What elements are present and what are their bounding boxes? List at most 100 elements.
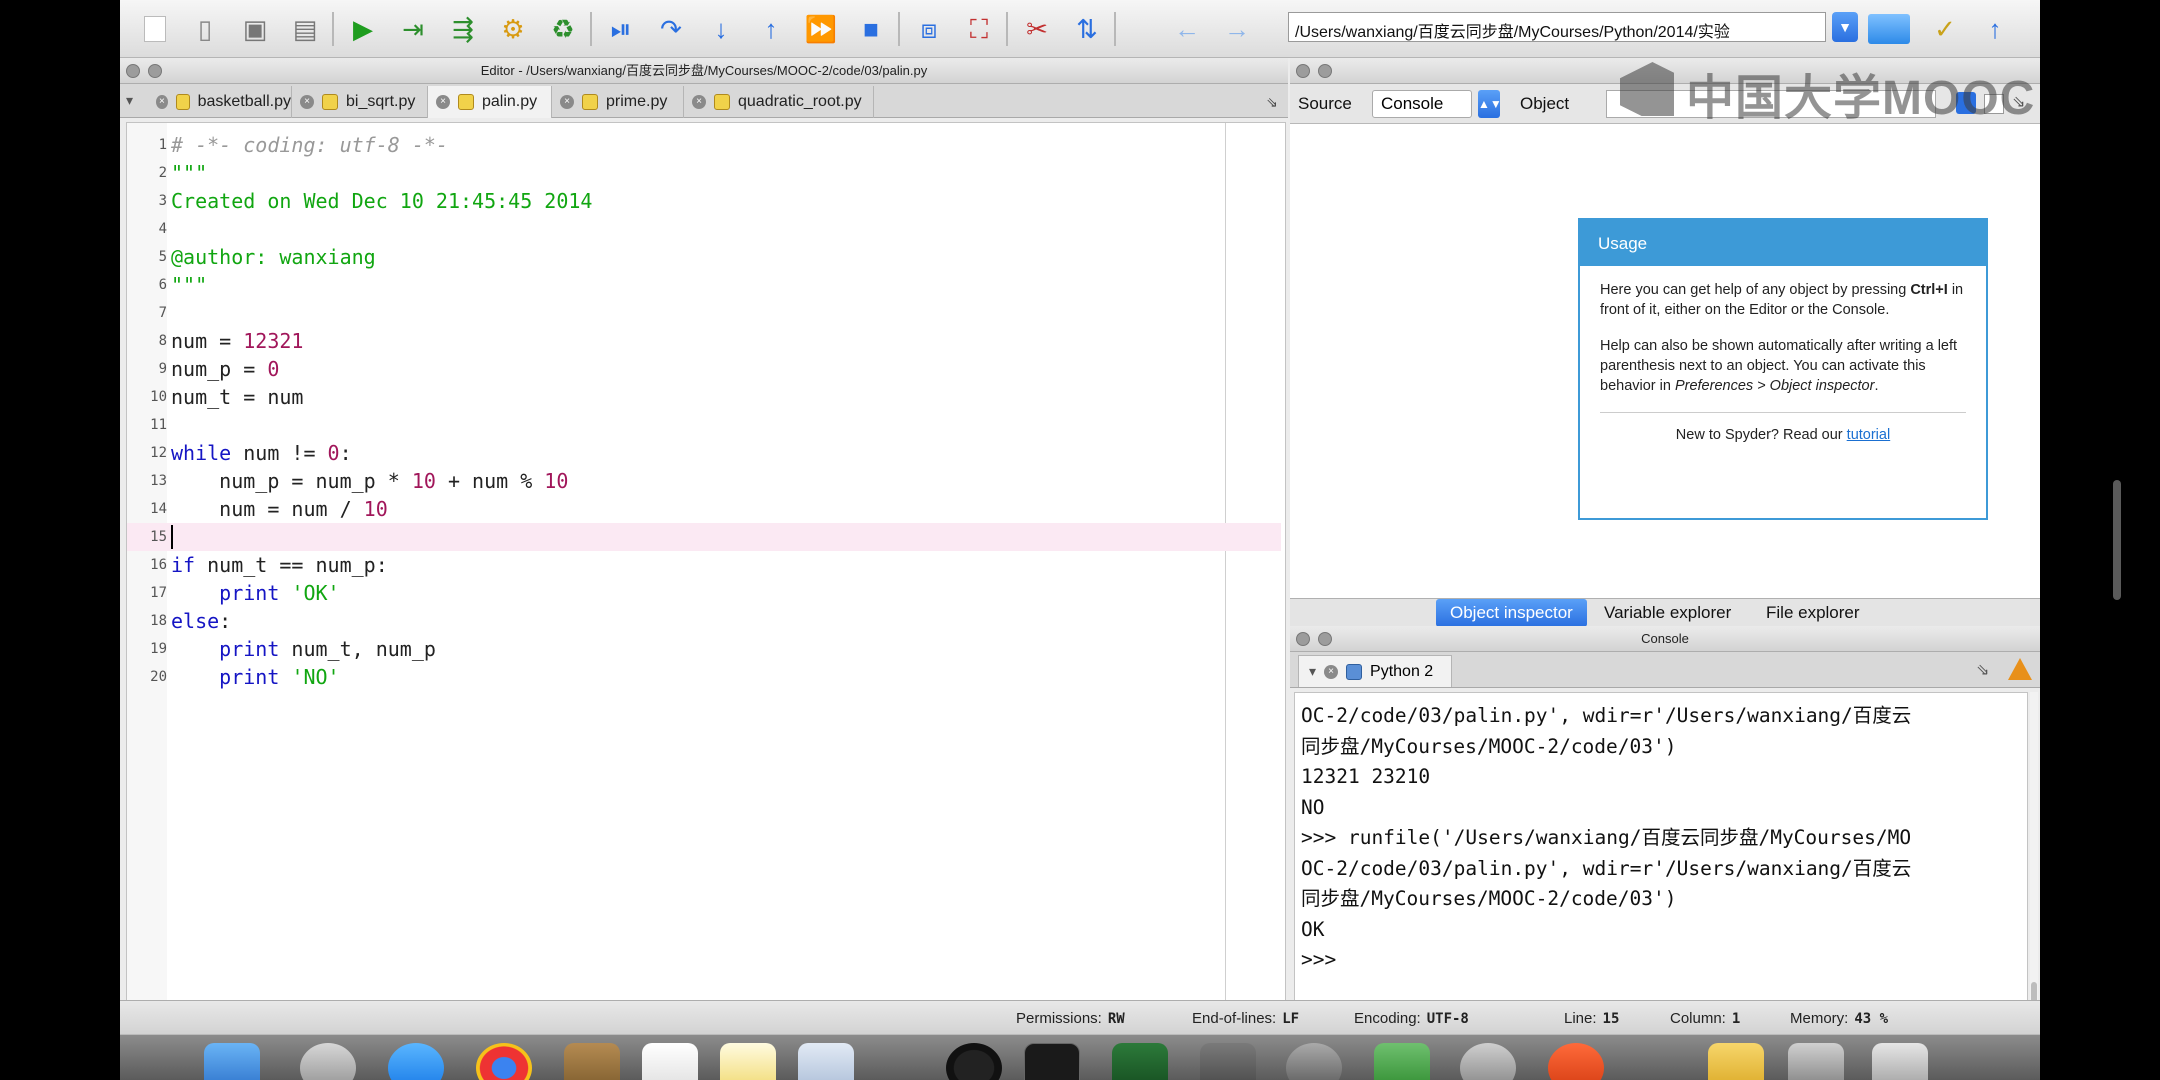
console-close-icon[interactable] <box>1296 632 1310 646</box>
code-line[interactable]: 11 <box>127 411 1281 439</box>
code-line[interactable]: 18 else: <box>127 607 1281 635</box>
tutorial-link[interactable]: tutorial <box>1847 427 1891 443</box>
code-line[interactable]: 3 Created on Wed Dec 10 21:45:45 2014 <box>127 187 1281 215</box>
step-into-icon[interactable]: ↓ <box>704 12 738 46</box>
code-line[interactable]: 13 num_p = num_p * 10 + num % 10 <box>127 467 1281 495</box>
tab-close-icon[interactable]: × <box>560 95 574 109</box>
launchpad-icon[interactable] <box>300 1043 356 1080</box>
pythonpath-icon[interactable]: ⇅ <box>1070 12 1104 46</box>
code-line[interactable]: 4 <box>127 215 1281 243</box>
code-line[interactable]: 15 <box>127 523 1281 551</box>
parent-dir-icon[interactable]: ↑ <box>1978 12 2012 46</box>
system-preferences-icon[interactable] <box>1460 1043 1516 1080</box>
folder-stack-icon[interactable] <box>1708 1043 1764 1080</box>
tab-close-icon[interactable]: × <box>1324 664 1339 679</box>
tab-palin[interactable]: × palin.py <box>428 86 552 118</box>
run-cell-icon[interactable]: ⇶ <box>446 12 480 46</box>
continue-icon[interactable]: ⏩ <box>804 12 838 46</box>
rerun-icon[interactable]: ♻ <box>546 12 580 46</box>
code-line[interactable]: 12 while num != 0: <box>127 439 1281 467</box>
browse-tabs-icon[interactable]: ▾ <box>126 92 133 109</box>
tab-file-explorer[interactable]: File explorer <box>1752 599 1874 627</box>
sublime-text-icon[interactable] <box>1200 1043 1256 1080</box>
qq-icon[interactable] <box>946 1043 1002 1080</box>
source-select-arrow-icon[interactable]: ▲▼ <box>1478 90 1502 118</box>
terminal-icon[interactable] <box>1024 1043 1080 1080</box>
save-all-icon[interactable]: ▤ <box>288 12 322 46</box>
save-icon[interactable]: ▣ <box>238 12 272 46</box>
tab-variable-explorer[interactable]: Variable explorer <box>1590 599 1745 627</box>
editor-close-icon[interactable] <box>126 64 140 78</box>
tab-prime[interactable]: × prime.py <box>552 86 684 118</box>
code-line[interactable]: 10 num_t = num <box>127 383 1281 411</box>
warning-icon[interactable] <box>2008 658 2032 680</box>
working-directory-input[interactable]: /Users/wanxiang/百度云同步盘/MyCourses/Python/… <box>1288 12 1826 42</box>
code-editor[interactable]: 1 # -*- coding: utf-8 -*- 2 """ 3 Created on … <box>126 122 1286 1020</box>
maximize-pane-icon[interactable]: ⧈ <box>912 12 946 46</box>
chrome-icon[interactable] <box>476 1043 532 1080</box>
code-line[interactable]: 20 print 'NO' <box>127 663 1281 691</box>
browse-tabs-icon[interactable]: ▾ <box>1309 663 1316 680</box>
app-store-icon[interactable] <box>388 1043 444 1080</box>
forward-arrow-icon[interactable]: → <box>1220 12 1254 46</box>
tab-quadratic-root[interactable]: × quadratic_root.py <box>684 86 874 118</box>
back-arrow-icon[interactable]: ← <box>1170 12 1204 46</box>
code-line[interactable]: 14 num = num / 10 <box>127 495 1281 523</box>
evernote-icon[interactable] <box>1374 1043 1430 1080</box>
viewer-scrollbar[interactable] <box>2113 480 2121 600</box>
tab-close-icon[interactable]: × <box>692 95 706 109</box>
console-options-icon[interactable]: ⇘ <box>1976 660 1989 680</box>
tab-bi-sqrt[interactable]: × bi_sqrt.py <box>292 86 428 118</box>
code-line[interactable]: 17 print 'OK' <box>127 579 1281 607</box>
working-directory-dropdown-icon[interactable]: ▼ <box>1832 12 1858 42</box>
code-line[interactable]: 8 num = 12321 <box>127 327 1281 355</box>
code-line[interactable]: 6 """ <box>127 271 1281 299</box>
notes-icon[interactable] <box>720 1043 776 1080</box>
tab-python-2[interactable]: ▾ × Python 2 <box>1298 655 1453 687</box>
code-token: else <box>171 609 220 633</box>
fullscreen-icon[interactable]: ⛶ <box>962 12 996 46</box>
trash-icon[interactable] <box>1872 1043 1928 1080</box>
tab-basketball[interactable]: × basketball.py <box>148 86 292 118</box>
run-icon[interactable]: ▶ <box>346 12 380 46</box>
stop-debug-icon[interactable]: ■ <box>854 12 888 46</box>
code-line[interactable]: 5 @author: wanxiang <box>127 243 1281 271</box>
source-select[interactable]: Console <box>1372 90 1472 118</box>
calendar-icon[interactable] <box>642 1043 698 1080</box>
code-line[interactable]: 9 num_p = 0 <box>127 355 1281 383</box>
step-return-icon[interactable]: ↑ <box>754 12 788 46</box>
preferences-icon[interactable]: ✂ <box>1020 12 1054 46</box>
tab-close-icon[interactable]: × <box>156 95 168 109</box>
code-line[interactable]: 19 print num_t, num_p <box>127 635 1281 663</box>
contacts-icon[interactable] <box>564 1043 620 1080</box>
configure-run-icon[interactable]: ⚙ <box>496 12 530 46</box>
spyder-icon[interactable] <box>1286 1043 1342 1080</box>
inspector-undock-icon[interactable] <box>1318 64 1332 78</box>
step-over-icon[interactable]: ↷ <box>654 12 688 46</box>
run-selection-icon[interactable]: ⇥ <box>396 12 430 46</box>
code-line[interactable]: 7 <box>127 299 1281 327</box>
new-file-icon[interactable] <box>138 12 172 46</box>
console-output[interactable]: OC-2/code/03/palin.py', wdir=r'/Users/wa… <box>1294 692 2028 1010</box>
console-scrollbar[interactable] <box>2030 692 2038 1010</box>
code-line[interactable]: 1 # -*- coding: utf-8 -*- <box>127 131 1281 159</box>
finder-icon[interactable] <box>204 1043 260 1080</box>
tab-close-icon[interactable]: × <box>436 95 450 109</box>
tab-close-icon[interactable]: × <box>300 95 314 109</box>
music-app-icon[interactable] <box>1548 1043 1604 1080</box>
documents-stack-icon[interactable] <box>1788 1043 1844 1080</box>
set-working-dir-icon[interactable]: ✓ <box>1928 12 1962 46</box>
code-line[interactable]: 16 if num_t == num_p: <box>127 551 1281 579</box>
photo-app-icon[interactable] <box>1112 1043 1168 1080</box>
console-undock-icon[interactable] <box>1318 632 1332 646</box>
code-line[interactable]: 2 """ <box>127 159 1281 187</box>
open-file-icon[interactable]: ▯ <box>188 12 222 46</box>
tab-object-inspector[interactable]: Object inspector <box>1436 599 1587 627</box>
editor-undock-icon[interactable] <box>148 64 162 78</box>
debug-icon[interactable]: ⏯ <box>604 12 638 46</box>
inspector-close-icon[interactable] <box>1296 64 1310 78</box>
preview-icon[interactable] <box>798 1043 854 1080</box>
browse-folder-icon[interactable] <box>1868 14 1910 44</box>
tab-options-icon[interactable]: ⇘ <box>1266 94 1278 111</box>
